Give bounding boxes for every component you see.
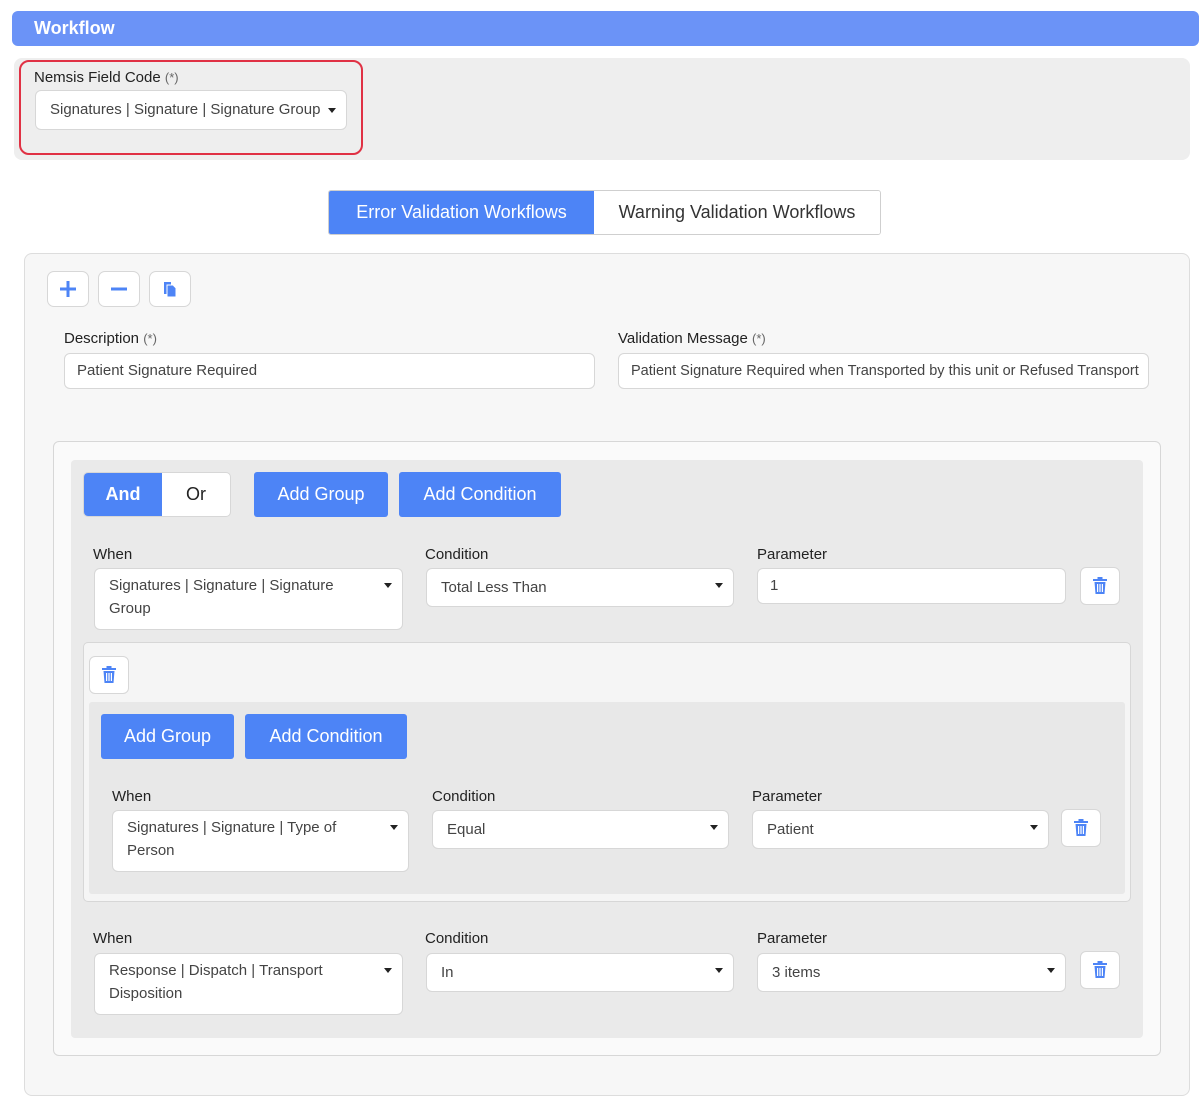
condition-label: Condition	[432, 788, 496, 805]
trash-icon	[102, 666, 116, 683]
when-value: Response | Dispatch | Transport Disposit…	[109, 962, 323, 1002]
or-button[interactable]: Or	[162, 473, 230, 516]
validation-message-value: Patient Signature Required when Transpor…	[631, 363, 1139, 379]
validation-tabs: Error Validation Workflows Warning Valid…	[328, 190, 881, 235]
condition-select[interactable]: In	[426, 953, 734, 992]
condition-value: In	[441, 964, 454, 981]
parameter-value: Patient	[767, 821, 814, 838]
header-title: Workflow	[34, 18, 115, 38]
chevron-down-icon	[715, 583, 723, 588]
when-label: When	[93, 930, 133, 947]
field-code-label: Nemsis Field Code (*)	[34, 69, 179, 86]
logic-toggle: And Or	[83, 472, 231, 517]
when-label: When	[93, 546, 133, 563]
required-mark: (*)	[164, 70, 179, 85]
description-label-text: Description	[64, 330, 140, 347]
when-select[interactable]: Signatures | Signature | Type of Person	[112, 810, 409, 872]
when-select[interactable]: Response | Dispatch | Transport Disposit…	[94, 953, 403, 1015]
chevron-down-icon	[715, 968, 723, 973]
add-group-button[interactable]: Add Group	[254, 472, 388, 517]
trash-icon	[1093, 961, 1107, 978]
field-code-select[interactable]: Signatures | Signature | Signature Group	[35, 90, 347, 130]
validation-message-label-text: Validation Message	[618, 330, 748, 347]
parameter-value: 3 items	[772, 964, 821, 981]
validation-message-label: Validation Message (*)	[618, 330, 766, 347]
when-value: Signatures | Signature | Type of Person	[127, 819, 337, 859]
parameter-input[interactable]: 1	[757, 568, 1066, 604]
condition-select[interactable]: Total Less Than	[426, 568, 734, 607]
workflow-header: Workflow	[12, 11, 1199, 46]
tab-warning-validation[interactable]: Warning Validation Workflows	[594, 191, 880, 234]
description-value: Patient Signature Required	[77, 362, 258, 379]
condition-label: Condition	[425, 930, 489, 947]
description-input[interactable]: Patient Signature Required	[64, 353, 595, 389]
trash-icon	[1093, 577, 1107, 594]
parameter-select[interactable]: 3 items	[757, 953, 1066, 992]
chevron-down-icon	[384, 583, 392, 588]
subgroup-add-group-button[interactable]: Add Group	[101, 714, 234, 759]
condition-value: Equal	[447, 821, 486, 838]
field-code-label-text: Nemsis Field Code	[34, 69, 161, 86]
add-workflow-button[interactable]	[47, 271, 89, 307]
parameter-label: Parameter	[752, 788, 823, 805]
delete-group-button[interactable]	[89, 656, 129, 694]
and-button[interactable]: And	[84, 473, 162, 516]
parameter-label: Parameter	[757, 930, 828, 947]
condition-select[interactable]: Equal	[432, 810, 729, 849]
delete-condition-button[interactable]	[1080, 567, 1120, 605]
when-select[interactable]: Signatures | Signature | Signature Group	[94, 568, 403, 630]
when-label: When	[112, 788, 152, 805]
condition-value: Total Less Than	[441, 579, 547, 596]
copy-icon	[164, 282, 177, 298]
required-mark: (*)	[751, 331, 766, 346]
validation-message-input[interactable]: Patient Signature Required when Transpor…	[618, 353, 1149, 389]
minus-icon	[111, 287, 127, 291]
parameter-label: Parameter	[757, 546, 828, 563]
field-code-value: Signatures | Signature | Signature Group	[50, 101, 321, 118]
condition-label: Condition	[425, 546, 489, 563]
required-mark: (*)	[143, 331, 157, 346]
delete-condition-button[interactable]	[1080, 951, 1120, 989]
description-label: Description (*)	[64, 330, 157, 347]
delete-condition-button[interactable]	[1061, 809, 1101, 847]
chevron-down-icon	[328, 108, 336, 113]
chevron-down-icon	[390, 825, 398, 830]
chevron-down-icon	[384, 968, 392, 973]
parameter-select[interactable]: Patient	[752, 810, 1049, 849]
subgroup-add-condition-button[interactable]: Add Condition	[245, 714, 407, 759]
chevron-down-icon	[710, 825, 718, 830]
parameter-value: 1	[770, 577, 779, 594]
chevron-down-icon	[1030, 825, 1038, 830]
trash-icon	[1074, 819, 1088, 836]
remove-workflow-button[interactable]	[98, 271, 140, 307]
plus-icon	[60, 281, 76, 297]
chevron-down-icon	[1047, 968, 1055, 973]
add-condition-button[interactable]: Add Condition	[399, 472, 561, 517]
tab-error-validation[interactable]: Error Validation Workflows	[329, 191, 594, 234]
copy-workflow-button[interactable]	[149, 271, 191, 307]
when-value: Signatures | Signature | Signature Group	[109, 577, 334, 617]
